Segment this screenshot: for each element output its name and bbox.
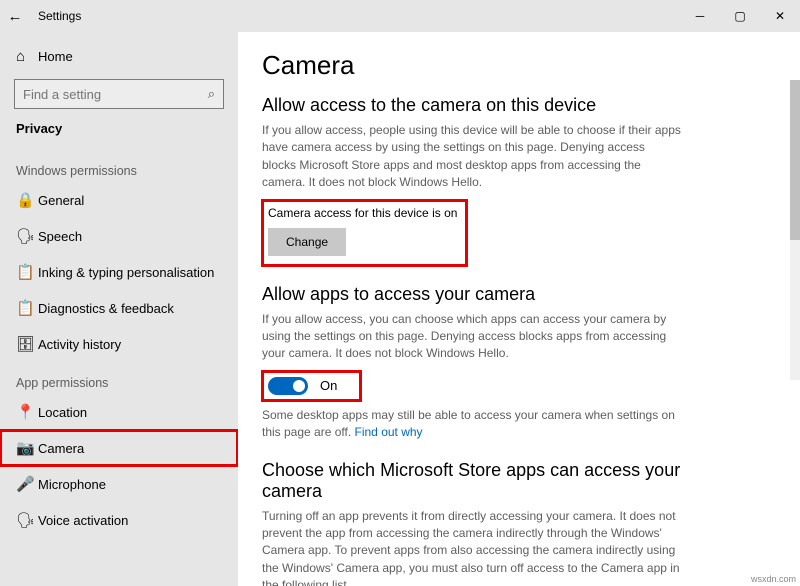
back-button[interactable]: ← <box>0 8 30 25</box>
sidebar-item-activity[interactable]: 🗄Activity history <box>0 326 238 362</box>
sidebar-item-camera[interactable]: 📷Camera <box>0 430 238 466</box>
maximize-button[interactable]: ▢ <box>720 0 760 32</box>
section2-heading: Allow apps to access your camera <box>262 284 776 305</box>
section2-note-text: Some desktop apps may still be able to a… <box>262 408 675 439</box>
section1-desc: If you allow access, people using this d… <box>262 122 682 192</box>
feedback-icon: 📋 <box>16 299 38 317</box>
microphone-icon: 🎤 <box>16 475 38 493</box>
section2-note: Some desktop apps may still be able to a… <box>262 407 682 442</box>
sidebar-item-label: Inking & typing personalisation <box>38 265 214 280</box>
sidebar-item-label: Voice activation <box>38 513 128 528</box>
sidebar: ⌂ Home ⌕ Privacy Windows permissions 🔒Ge… <box>0 32 238 586</box>
find-out-why-link[interactable]: Find out why <box>355 425 423 439</box>
group-windows-permissions: Windows permissions <box>0 150 238 182</box>
location-icon: 📍 <box>16 403 38 421</box>
breadcrumb: Privacy <box>0 119 238 150</box>
scrollbar-thumb[interactable] <box>790 80 800 240</box>
inking-icon: 📋 <box>16 263 38 281</box>
sidebar-item-location[interactable]: 📍Location <box>0 394 238 430</box>
sidebar-item-speech[interactable]: 🗣Speech <box>0 218 238 254</box>
speech-icon: 🗣 <box>16 227 38 245</box>
sidebar-item-label: Diagnostics & feedback <box>38 301 174 316</box>
titlebar: ← Settings ─ ▢ ✕ <box>0 0 800 32</box>
history-icon: 🗄 <box>16 335 38 353</box>
section3-desc: Turning off an app prevents it from dire… <box>262 508 682 586</box>
toggle-label: On <box>320 378 337 393</box>
scrollbar-track[interactable] <box>790 80 800 380</box>
apps-access-toggle-block: On <box>262 371 361 401</box>
close-button[interactable]: ✕ <box>760 0 800 32</box>
device-access-block: Camera access for this device is on Chan… <box>262 200 467 266</box>
group-app-permissions: App permissions <box>0 362 238 394</box>
toggle-knob <box>293 380 305 392</box>
search-input[interactable] <box>23 87 208 102</box>
apps-access-toggle[interactable] <box>268 377 308 395</box>
window-title: Settings <box>38 9 81 23</box>
section1-heading: Allow access to the camera on this devic… <box>262 95 776 116</box>
sidebar-item-label: Location <box>38 405 87 420</box>
sidebar-item-label: General <box>38 193 84 208</box>
search-icon: ⌕ <box>208 86 215 102</box>
home-nav[interactable]: ⌂ Home <box>0 42 238 71</box>
sidebar-item-label: Activity history <box>38 337 121 352</box>
sidebar-item-label: Camera <box>38 441 84 456</box>
minimize-button[interactable]: ─ <box>680 0 720 32</box>
sidebar-item-voice-activation[interactable]: 🗣Voice activation <box>0 502 238 538</box>
sidebar-item-label: Speech <box>38 229 82 244</box>
section3-heading: Choose which Microsoft Store apps can ac… <box>262 460 682 502</box>
voice-icon: 🗣 <box>16 511 38 529</box>
sidebar-item-inking[interactable]: 📋Inking & typing personalisation <box>0 254 238 290</box>
content: Camera Allow access to the camera on thi… <box>238 32 800 586</box>
sidebar-item-label: Microphone <box>38 477 106 492</box>
sidebar-item-general[interactable]: 🔒General <box>0 182 238 218</box>
sidebar-item-microphone[interactable]: 🎤Microphone <box>0 466 238 502</box>
search-box[interactable]: ⌕ <box>14 79 224 109</box>
sidebar-item-diagnostics[interactable]: 📋Diagnostics & feedback <box>0 290 238 326</box>
section2-desc: If you allow access, you can choose whic… <box>262 311 682 363</box>
device-access-status: Camera access for this device is on <box>268 206 457 220</box>
change-button[interactable]: Change <box>268 228 346 256</box>
page-title: Camera <box>262 50 776 81</box>
home-icon: ⌂ <box>16 48 38 65</box>
watermark: wsxdn.com <box>749 574 798 584</box>
home-label: Home <box>38 49 73 64</box>
camera-icon: 📷 <box>16 439 38 457</box>
lock-icon: 🔒 <box>16 191 38 209</box>
